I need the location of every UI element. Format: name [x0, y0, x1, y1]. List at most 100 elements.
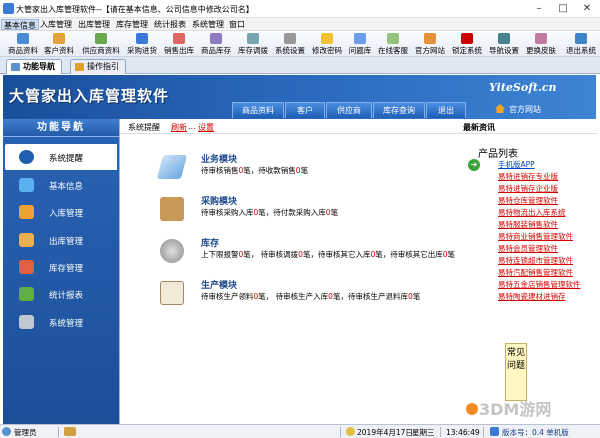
status-time: 13:46:49: [446, 428, 480, 437]
tb-lock-button[interactable]: 锁定系统: [450, 33, 484, 56]
settings-link[interactable]: 设置: [198, 122, 214, 133]
product-link[interactable]: 手机版APP: [498, 159, 535, 170]
tb-purchase-button[interactable]: 采购进货: [125, 33, 159, 56]
tb-customer-button[interactable]: 客户资料: [42, 33, 76, 56]
banner-nav-products[interactable]: 商品资料: [232, 102, 284, 118]
sidebar-item-basic-info[interactable]: 基本信息: [5, 172, 117, 198]
nav-icon: [11, 63, 20, 71]
toolbar: 商品资料 客户资料 供应商资料 采购进货 销售出库 商品库存 库存调拨 系统设置…: [0, 31, 600, 57]
key-icon: [321, 33, 333, 44]
module-stock-desc: 上下限报警0笔， 待审核调拨0笔，待审核其它入库0笔，待审核其它出库0笔: [201, 250, 456, 259]
tb-stock-button[interactable]: 商品库存: [199, 33, 233, 56]
product-link[interactable]: 易特商业销售管理软件: [498, 231, 573, 242]
sidebar: 功能导航 系统提醒 基本信息 入库管理 出库管理 库存管理 统计报表 系统管理: [3, 119, 119, 424]
crumb-label: 系统提醒: [128, 123, 160, 132]
menu-basic-info[interactable]: 基本信息: [1, 19, 39, 30]
sidebar-item-reminders[interactable]: 系统提醒: [5, 144, 117, 170]
version-icon: [490, 427, 499, 436]
product-link[interactable]: 易特进销存专业版: [498, 171, 558, 182]
outbound-icon: [19, 233, 34, 247]
fish-logo-icon: [466, 403, 478, 415]
sidebar-item-inbound[interactable]: 入库管理: [5, 199, 117, 225]
window-title: 大管家出入库管理软件--【请在基本信息、公司信息中修改公司名】: [16, 5, 254, 14]
faq-float-button[interactable]: 常见问题: [505, 343, 527, 401]
status-bar: 管理员 2019年4月17日 星期三 13:46:49 版本号：0.4 单机版: [0, 424, 600, 438]
tab-guide[interactable]: 操作指引: [70, 59, 126, 74]
status-user: 管理员: [14, 428, 37, 437]
lock-status-icon: [64, 427, 76, 436]
module-stock[interactable]: 库存 上下限报警0笔， 待审核调拨0笔，待审核其它入库0笔，待审核其它出库0笔: [160, 236, 480, 272]
module-production[interactable]: 生产模块 待审核生产领料0笔， 待审核生产入库0笔，待审核生产退料库0笔: [160, 278, 480, 314]
tb-faq-button[interactable]: 问题库: [346, 33, 374, 56]
tb-supplier-button[interactable]: 供应商资料: [80, 33, 122, 56]
database-icon: [19, 178, 34, 192]
calendar-icon: [346, 427, 355, 436]
module-purchase[interactable]: 采购模块 待审核采购入库0笔，待付款采购入库0笔: [160, 194, 430, 230]
tb-website-button[interactable]: 官方网站: [413, 33, 447, 56]
product-link[interactable]: 易特汽配销售管理软件: [498, 267, 573, 278]
status-weekday: 星期三: [412, 428, 435, 437]
module-business[interactable]: 业务模块 待审核销售0笔，待收款销售0笔: [156, 152, 430, 188]
tb-settings-button[interactable]: 系统设置: [273, 33, 307, 56]
product-list-heading: 产品列表: [478, 149, 518, 160]
tb-product-info-button[interactable]: 商品资料: [6, 33, 40, 56]
tb-support-button[interactable]: 在线客服: [376, 33, 410, 56]
tab-function-nav[interactable]: 功能导航: [6, 59, 62, 74]
sidebar-item-inventory[interactable]: 库存管理: [5, 254, 117, 280]
banner-nav-exit[interactable]: 退出: [426, 102, 466, 118]
disk-icon: [160, 239, 184, 263]
refresh-link[interactable]: 刷新: [171, 122, 187, 133]
product-link[interactable]: 易特仓库管理软件: [498, 195, 558, 206]
tab-bar: 功能导航 操作指引: [0, 57, 600, 74]
tb-sales-button[interactable]: 销售出库: [162, 33, 196, 56]
sidebar-item-outbound[interactable]: 出库管理: [5, 227, 117, 253]
chat-icon: [387, 33, 399, 44]
home-icon: [495, 104, 505, 113]
module-purchase-desc: 待审核采购入库0笔，待付款采购入库0笔: [201, 208, 339, 217]
question-icon: [354, 33, 366, 44]
banner-nav-customers[interactable]: 客户: [285, 102, 325, 118]
tools-icon: [19, 315, 34, 329]
tb-transfer-button[interactable]: 库存调拨: [236, 33, 270, 56]
menu-reports[interactable]: 统计报表: [152, 19, 188, 30]
tb-exit-button[interactable]: 退出系统: [564, 33, 598, 56]
tb-password-button[interactable]: 修改密码: [310, 33, 344, 56]
tb-skin-button[interactable]: 更换皮肤: [524, 33, 558, 56]
inbound-icon: [19, 205, 34, 219]
news-heading: 最新资讯: [463, 123, 495, 132]
product-link[interactable]: 易特进销存企业版: [498, 183, 558, 194]
warehouse-icon: [210, 33, 222, 44]
sidebar-item-system[interactable]: 系统管理: [5, 309, 117, 335]
tb-nav-settings-button[interactable]: 导航设置: [487, 33, 521, 56]
sidebar-item-reports[interactable]: 统计报表: [5, 281, 117, 307]
lock-icon: [461, 33, 473, 44]
close-button[interactable]: ✕: [576, 2, 598, 16]
app-icon: [3, 3, 14, 14]
menu-outbound[interactable]: 出库管理: [76, 19, 112, 30]
product-link[interactable]: 易特陶瓷建材进销存: [498, 291, 566, 302]
product-link[interactable]: 易特连锁超市管理软件: [498, 255, 573, 266]
supplier-icon: [95, 33, 107, 44]
menu-inbound[interactable]: 入库管理: [38, 19, 74, 30]
watermark: 3DM游网: [465, 396, 551, 420]
sidebar-header: 功能导航: [3, 119, 119, 137]
product-link[interactable]: 易特服装销售软件: [498, 219, 558, 230]
document-icon: [156, 155, 188, 179]
minimize-button[interactable]: –: [528, 2, 550, 16]
product-link[interactable]: 易特会员管理软件: [498, 243, 558, 254]
banner-nav-stock-query[interactable]: 库存查询: [373, 102, 425, 118]
menu-window[interactable]: 窗口: [227, 19, 247, 30]
gear-icon: [284, 33, 296, 44]
palette-icon: [535, 33, 547, 44]
product-link[interactable]: 易特物流出入库系统: [498, 207, 566, 218]
banner-nav-suppliers[interactable]: 供应商: [326, 102, 372, 118]
menu-system[interactable]: 系统管理: [190, 19, 226, 30]
maximize-button[interactable]: □: [552, 2, 574, 16]
compass-icon: [498, 33, 510, 44]
product-link[interactable]: 易特五金店销售管理软件: [498, 279, 581, 290]
status-date: 2019年4月17日: [357, 428, 413, 437]
official-site-link[interactable]: 官方网站: [509, 104, 541, 115]
house-icon: [19, 260, 34, 274]
box-icon: [17, 33, 29, 44]
menu-inventory[interactable]: 库存管理: [114, 19, 150, 30]
